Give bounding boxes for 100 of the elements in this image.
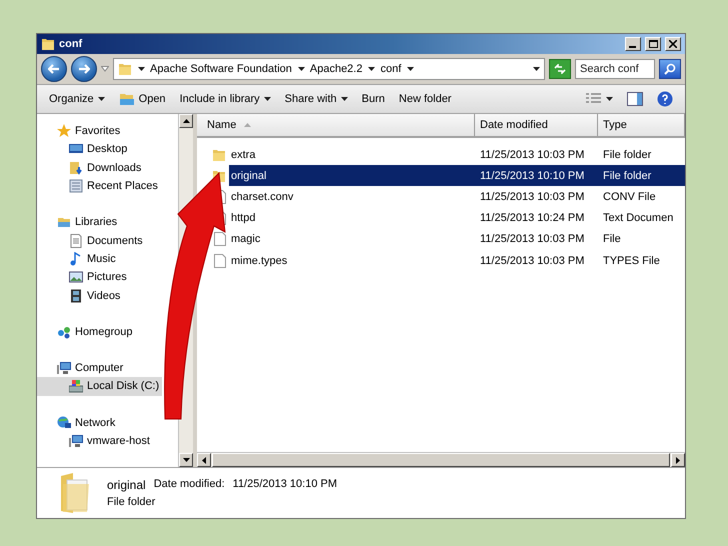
network-icon [57, 416, 71, 430]
caret-icon[interactable] [101, 66, 109, 72]
item-type: File folder [107, 496, 156, 508]
sidebar-item[interactable]: Favorites [37, 122, 124, 140]
search-button[interactable] [659, 59, 681, 79]
file-row[interactable]: mime.types 11/25/2013 10:03 PM TYPES File [229, 250, 685, 272]
up-arrow-icon [182, 119, 190, 123]
caret-icon [264, 97, 271, 101]
computer-icon [69, 434, 83, 448]
minimize-button[interactable] [625, 37, 641, 51]
star-icon [57, 124, 71, 138]
folder-icon [41, 37, 55, 51]
caret-icon [340, 97, 348, 101]
maximize-button[interactable] [645, 37, 661, 51]
left-arrow-icon[interactable] [202, 456, 206, 464]
caret-icon [368, 67, 376, 71]
caret-icon [98, 97, 105, 101]
people-icon [57, 324, 71, 339]
column-header[interactable]: Name [197, 114, 475, 136]
caret-icon [533, 67, 540, 71]
type-cell-text: File [602, 233, 622, 246]
type-cell-text: File folder [602, 170, 652, 182]
type-cell-text: File folder [602, 148, 652, 161]
open-button[interactable]: Open [112, 90, 172, 108]
menu-button[interactable]: Share with [278, 91, 354, 107]
folder-icon [118, 92, 135, 106]
item-name: original [107, 478, 146, 492]
file-row[interactable]: extra 11/25/2013 10:03 PM File folder [229, 144, 685, 166]
column-header[interactable]: Type [598, 114, 685, 136]
sort-arrow-icon [244, 123, 252, 127]
folder-icon [212, 148, 226, 162]
help-icon [657, 91, 673, 107]
date-cell-text: 11/25/2013 10:03 PM [479, 254, 586, 267]
type-cell-text: TYPES File [602, 254, 661, 267]
list-icon [586, 93, 602, 105]
column-header[interactable]: Date modified [475, 114, 598, 136]
search-field[interactable]: Search conf [575, 59, 655, 79]
date-value: 11/25/2013 10:10 PM [232, 478, 338, 492]
left-arrow-icon [48, 64, 60, 74]
menu-button[interactable]: Organize [43, 91, 111, 107]
address-bar[interactable]: Apache Software Foundation Apache2.2 conf [113, 58, 545, 80]
toolbar-button[interactable]: New folder [392, 91, 458, 107]
sidebar-item[interactable]: Desktop [37, 140, 130, 159]
breadcrumb[interactable]: conf [368, 63, 402, 75]
close-icon [669, 40, 677, 48]
file-name: charset.conv [231, 190, 294, 203]
scroll-up-button[interactable] [179, 114, 193, 128]
image-icon [69, 270, 83, 284]
caret-icon [298, 67, 305, 71]
sidebar-item[interactable]: Homegroup [37, 322, 136, 341]
sidebar-item[interactable]: Documents [37, 231, 146, 250]
menu-button[interactable]: Include in library [174, 91, 277, 107]
forward-button[interactable] [71, 56, 97, 82]
toolbar-button[interactable]: Burn [356, 91, 391, 107]
close-button[interactable] [665, 37, 681, 51]
type-cell-text: Text Documen [602, 212, 674, 224]
window-title: conf [59, 38, 84, 50]
right-arrow-icon [78, 64, 90, 74]
refresh-icon [554, 64, 566, 74]
caret-icon [407, 67, 414, 71]
maximize-icon [648, 40, 658, 48]
folder-icon [69, 160, 83, 175]
scrollbar[interactable] [197, 452, 685, 467]
refresh-button[interactable] [549, 59, 571, 79]
right-arrow-icon[interactable] [676, 456, 680, 464]
window-icon [69, 179, 83, 194]
sidebar-item[interactable]: Libraries [37, 213, 120, 232]
sidebar-item[interactable]: Pictures [37, 268, 130, 286]
back-button[interactable] [41, 56, 67, 82]
file-row[interactable]: original 11/25/2013 10:10 PM File folder [229, 165, 685, 186]
file-name: original [231, 170, 266, 182]
file-icon [214, 254, 226, 268]
folder-icon [57, 215, 71, 230]
search-icon [664, 63, 676, 75]
file-row[interactable]: httpd 11/25/2013 10:24 PM Text Documen [229, 208, 685, 229]
sidebar-item[interactable]: Computer [37, 358, 126, 378]
file-icon [214, 232, 226, 246]
sidebar-item[interactable]: vmware-host [37, 432, 153, 450]
file-name: httpd [231, 212, 256, 224]
sidebar-item[interactable]: Downloads [37, 158, 144, 177]
date-cell-text: 11/25/2013 10:03 PM [479, 190, 586, 203]
music-note-icon [69, 252, 83, 266]
down-arrow-icon [182, 458, 190, 462]
caret-icon [138, 67, 145, 71]
breadcrumb[interactable]: Apache2.2 [298, 63, 362, 75]
type-cell-text: CONV File [602, 190, 657, 203]
date-cell-text: 11/25/2013 10:03 PM [479, 148, 586, 161]
file-name: extra [231, 148, 256, 161]
sidebar-item[interactable]: Local Disk (C:) [37, 377, 162, 396]
date-cell-text: 11/25/2013 10:03 PM [479, 233, 586, 246]
document-icon [69, 234, 83, 248]
scroll-down-button[interactable] [179, 453, 193, 467]
sidebar-item[interactable]: Network [37, 414, 118, 432]
sidebar-item[interactable]: Music [37, 250, 119, 268]
computer-icon [57, 361, 71, 376]
sidebar-item[interactable]: Recent Places [37, 176, 161, 196]
sidebar-item[interactable]: Videos [37, 286, 124, 305]
breadcrumb[interactable]: Apache Software Foundation [138, 63, 292, 75]
file-row[interactable]: magic 11/25/2013 10:03 PM File [229, 228, 685, 250]
file-row[interactable]: charset.conv 11/25/2013 10:03 PM CONV File [229, 186, 685, 208]
